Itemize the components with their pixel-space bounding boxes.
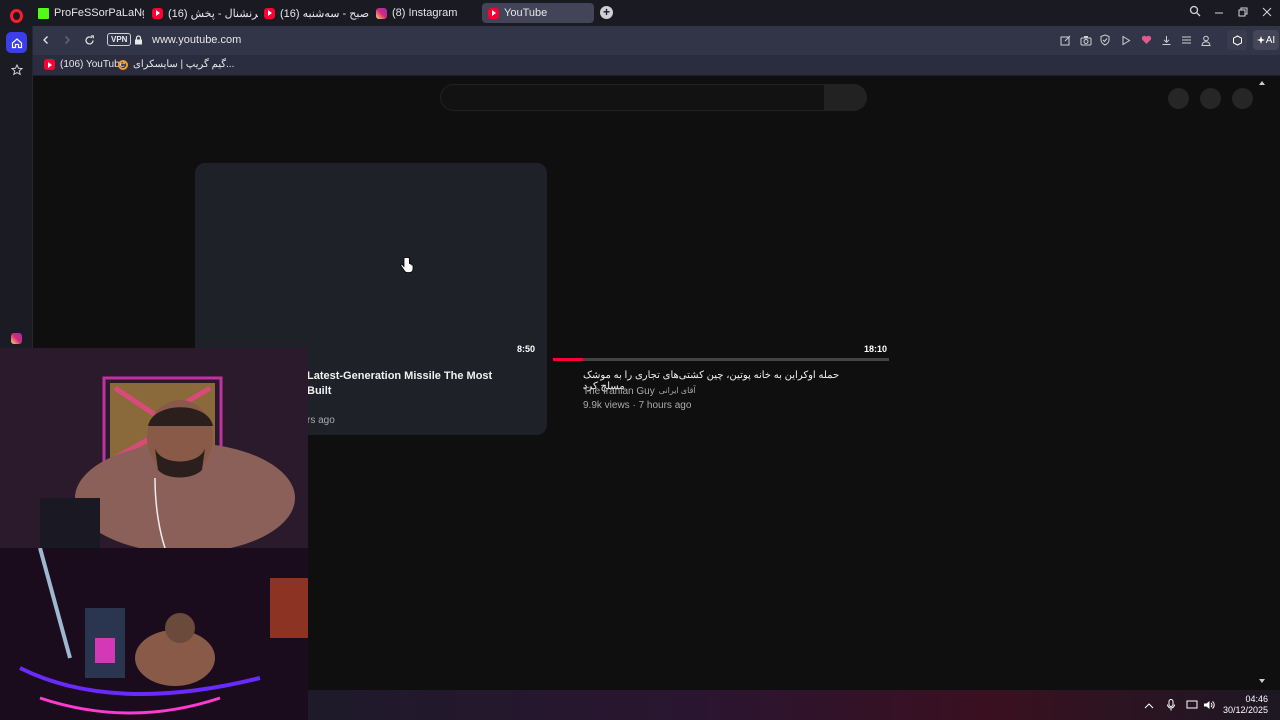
close-window-icon[interactable] <box>1258 4 1276 22</box>
youtube-icon <box>264 7 275 19</box>
video-title-line2[interactable]: Built <box>307 385 331 397</box>
system-clock[interactable]: 04:46 30/12/2025 <box>1223 694 1268 716</box>
chevron-up-icon[interactable] <box>1142 698 1156 712</box>
back-icon <box>43 36 48 44</box>
menu-lines-icon[interactable] <box>1178 32 1194 48</box>
reload-button[interactable] <box>81 32 97 48</box>
new-tab-button[interactable]: + <box>600 6 613 19</box>
opera-menu[interactable] <box>0 0 33 26</box>
youtube-icon <box>44 59 55 70</box>
youtube-icon <box>488 7 499 19</box>
create-button-placeholder[interactable] <box>1168 88 1189 109</box>
tab-label: YouTube <box>504 7 548 19</box>
shield-icon[interactable] <box>1097 32 1113 48</box>
camera-icon[interactable] <box>1078 32 1094 48</box>
sidebar-bookmarks-button[interactable] <box>6 59 27 80</box>
play-icon[interactable] <box>1118 32 1134 48</box>
notifications-button-placeholder[interactable] <box>1200 88 1221 109</box>
minimize-icon[interactable] <box>1210 4 1228 22</box>
youtube-search-input[interactable] <box>440 84 825 111</box>
profile-icon[interactable] <box>1198 32 1214 48</box>
tab-label: (16) ایران اینترنشنال - پخش <box>168 7 258 20</box>
network-icon[interactable] <box>1185 698 1199 712</box>
bookmark-label: (106) YouTube <box>60 59 126 70</box>
tab-kick-clips[interactable]: ProFeSSorPaLaNg Clips - ... <box>32 3 144 23</box>
watch-progress-bar <box>553 358 889 361</box>
video-duration: 18:10 <box>864 344 888 354</box>
kick-icon <box>38 7 49 19</box>
hand-cursor-icon <box>400 257 414 279</box>
vpn-badge[interactable]: VPN <box>107 33 132 46</box>
ai-button[interactable]: AI <box>1253 30 1279 50</box>
bookmark-youtube[interactable]: (106) YouTube <box>44 59 125 70</box>
bookmarks-bar: (106) YouTube گیم گریپ | سایسکرای... <box>33 55 1280 76</box>
ai-label: AI <box>1265 34 1276 46</box>
youtube-icon <box>152 7 163 19</box>
opera-logo-icon <box>10 9 23 23</box>
video-meta: rs ago <box>307 415 335 426</box>
microphone-icon[interactable] <box>1164 698 1178 712</box>
forward-icon <box>65 36 70 44</box>
url-field[interactable]: www.youtube.com <box>152 34 241 46</box>
tab-strip: ProFeSSorPaLaNg Clips - ... (16) ایران ا… <box>0 0 1280 26</box>
heart-icon[interactable] <box>1138 32 1154 48</box>
scroll-down-arrow[interactable] <box>1259 679 1265 683</box>
video-title-line1[interactable]: Latest-Generation Missile The Most <box>307 370 492 382</box>
scroll-up-arrow[interactable] <box>1259 81 1265 85</box>
sidebar-instagram-button[interactable] <box>6 328 27 349</box>
taskbar: 04:46 30/12/2025 <box>308 690 1280 720</box>
video-views: 9.9k views · 7 hours ago <box>583 400 692 411</box>
tab-label: (16) اخبار 8 صبح - سه‌شنبه <box>280 7 370 20</box>
search-tabs-icon[interactable] <box>1186 4 1204 22</box>
download-icon[interactable] <box>1158 32 1174 48</box>
instagram-icon <box>11 333 22 344</box>
avatar-placeholder[interactable] <box>1232 88 1253 109</box>
back-button[interactable] <box>38 32 54 48</box>
home-icon <box>11 37 22 48</box>
volume-icon[interactable] <box>1202 698 1216 712</box>
tab-label: (8) Instagram <box>392 7 458 19</box>
watch-progress-fill <box>553 358 584 361</box>
bookmark-gamegrip[interactable]: گیم گریپ | سایسکرای... <box>118 59 234 70</box>
gamegrip-icon <box>118 59 128 70</box>
sidebar-home-button[interactable] <box>6 32 27 53</box>
channel-label: The Iranian Guy <box>583 386 655 397</box>
tab-label: ProFeSSorPaLaNg Clips - ... <box>54 7 144 19</box>
extensions-icon[interactable] <box>1227 30 1247 50</box>
star-icon <box>10 63 23 75</box>
restore-icon[interactable] <box>1234 4 1252 22</box>
tab-news-8am[interactable]: (16) اخبار 8 صبح - سه‌شنبه <box>258 3 370 23</box>
edit-icon[interactable] <box>1057 32 1073 48</box>
sparkle-icon <box>1256 36 1265 44</box>
forward-button[interactable] <box>59 32 75 48</box>
webcam-overlay-face <box>0 348 308 548</box>
bookmark-label: گیم گریپ | سایسکرای... <box>133 59 235 70</box>
reload-icon <box>84 34 94 45</box>
tab-iran-international[interactable]: (16) ایران اینترنشنال - پخش <box>146 3 258 23</box>
video-duration: 8:50 <box>517 344 536 354</box>
clock-date: 30/12/2025 <box>1222 705 1268 715</box>
instagram-icon <box>376 7 387 19</box>
webcam-overlay-desk <box>0 548 308 720</box>
tab-instagram[interactable]: (8) Instagram <box>370 3 480 23</box>
address-bar-row: VPN www.youtube.com AI <box>33 26 1280 55</box>
youtube-search-button[interactable] <box>824 84 867 111</box>
channel-alt-label: آقای ایرانی <box>658 386 696 395</box>
tab-youtube[interactable]: YouTube <box>482 3 594 23</box>
clock-time: 04:46 <box>1245 694 1268 704</box>
lock-icon[interactable] <box>130 32 146 48</box>
channel-name[interactable]: The Iranian Guy آقای ایرانی <box>583 386 696 397</box>
